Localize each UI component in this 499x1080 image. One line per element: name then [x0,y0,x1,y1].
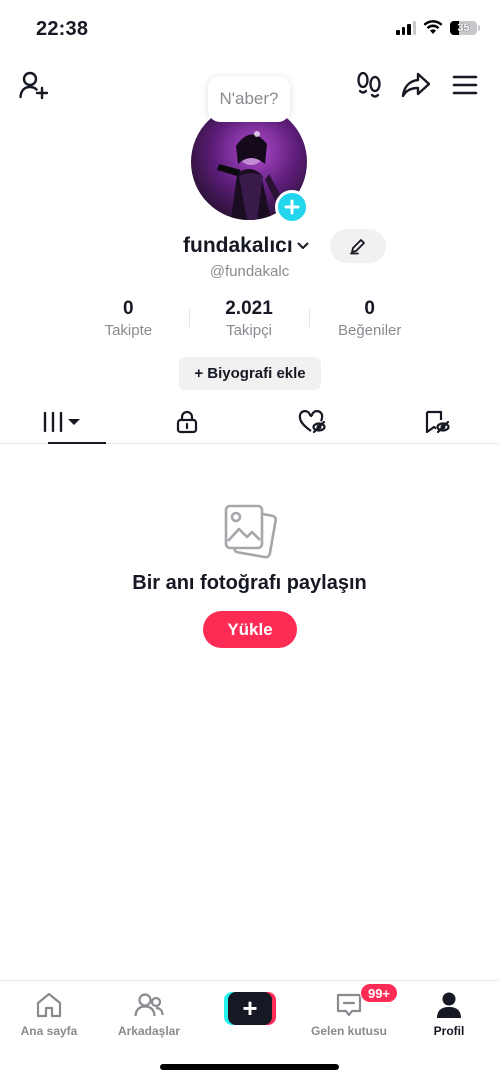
edit-profile-button[interactable] [330,229,386,263]
status-icons: 35 [396,20,480,35]
display-name: fundakalıcı [183,234,293,257]
content-tabs [0,400,499,444]
tab-private[interactable] [125,400,250,443]
plus-icon [284,199,300,215]
lock-icon [177,410,198,433]
pencil-icon [350,239,365,255]
empty-state-message: Bir anı fotoğrafı paylaşın [132,572,367,594]
stat-following[interactable]: 0 Takipte [68,297,189,345]
cellular-signal-icon [396,20,416,35]
hamburger-menu-icon [452,75,478,95]
inbox-badge: 99+ [360,983,398,1003]
stat-value: 0 [364,298,375,319]
add-story-button[interactable] [275,190,309,224]
stat-value: 0 [123,298,134,319]
status-note-bubble[interactable]: N'aber? [208,76,290,122]
battery-icon: 35 [450,20,480,35]
nav-inbox-label: Gelen kutusu [310,1024,387,1038]
upload-label: Yükle [227,619,273,639]
grid-bars-icon [44,411,81,432]
home-indicator[interactable] [160,1064,339,1070]
tab-favorites[interactable] [374,400,499,443]
status-time: 22:38 [36,18,89,40]
nav-home[interactable]: Ana sayfa [4,989,94,1038]
upload-button[interactable]: Yükle [203,611,297,648]
add-user-icon [19,71,49,99]
share-arrow-icon [401,72,431,98]
inbox-icon [336,993,362,1017]
profile-icon [437,992,461,1018]
stats-row: 0 Takipte 2.021 Takipçi 0 Beğeniler [68,297,430,345]
nav-friends-label: Arkadaşlar [117,1024,181,1038]
nav-profile[interactable]: Profil [404,989,494,1038]
photos-icon [223,503,278,559]
stat-label: Takipte [104,322,153,339]
battery-level: 35 [457,21,470,34]
heart-hidden-icon [298,409,326,433]
profile-views-button[interactable] [352,68,386,102]
add-bio-label: + Biyografi ekle [194,365,306,382]
share-profile-button[interactable] [399,68,433,102]
name-row: fundakalıcı [0,232,499,262]
nav-friends[interactable]: Arkadaşlar [104,989,194,1038]
footprint-icon [357,71,381,98]
add-bio-button[interactable]: + Biyografi ekle [179,357,321,390]
home-icon [36,992,62,1018]
stat-value: 2.021 [225,298,273,319]
tab-liked[interactable] [250,400,375,443]
tab-videos[interactable] [0,400,125,444]
stat-likes[interactable]: 0 Beğeniler [309,297,430,345]
account-switcher[interactable]: fundakalıcı [183,234,309,258]
add-friend-button[interactable] [16,68,52,102]
username-handle: @fundakalc [209,263,290,280]
nav-profile-label: Profil [433,1024,465,1038]
nav-inbox[interactable]: 99+ Gelen kutusu [304,983,398,1038]
stat-label: Takipçi [226,322,272,339]
friends-icon [134,993,164,1017]
bookmark-hidden-icon [425,410,450,433]
menu-button[interactable] [448,68,482,102]
stat-followers[interactable]: 2.021 Takipçi [188,297,310,345]
stat-label: Beğeniler [337,322,402,339]
create-button[interactable]: + [224,992,276,1025]
status-bar: 22:38 35 [0,0,499,58]
chevron-down-icon [297,242,309,249]
wifi-icon [423,20,443,34]
nav-home-label: Ana sayfa [20,1024,78,1038]
create-plus-icon: + [228,992,272,1025]
